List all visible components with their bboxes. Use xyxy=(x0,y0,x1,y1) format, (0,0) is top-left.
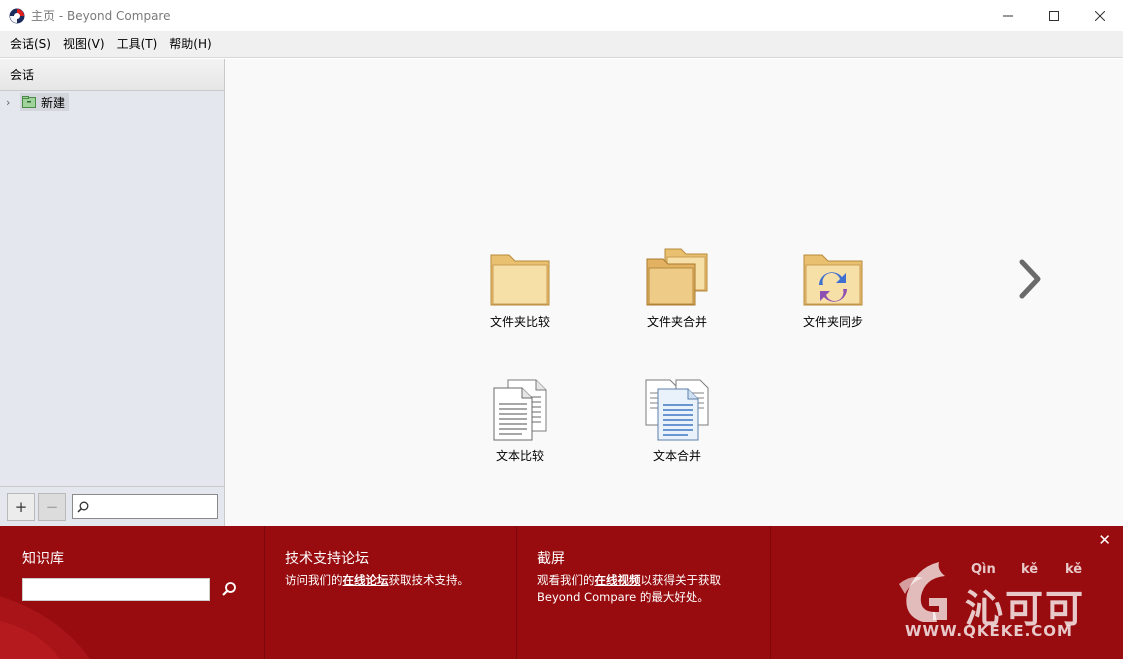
search-icon[interactable] xyxy=(221,581,237,597)
launcher-folder-sync[interactable]: 文件夹同步 xyxy=(783,249,883,330)
minimize-button[interactable] xyxy=(985,0,1031,31)
support-forum-text: 访问我们的在线论坛获取技术支持。 xyxy=(285,572,469,589)
window-controls xyxy=(985,0,1123,31)
menu-view[interactable]: 视图(V) xyxy=(57,31,111,58)
launcher-label: 文件夹同步 xyxy=(802,315,863,329)
menu-session[interactable]: 会话(S) xyxy=(4,31,57,58)
launcher-folder-merge[interactable]: 文件夹合并 xyxy=(627,247,727,330)
watermark-pinyin-1: Qìn xyxy=(971,562,996,577)
forum-text-after: 获取技术支持。 xyxy=(388,573,470,587)
folder-sync-icon xyxy=(803,254,863,306)
close-footer-button[interactable]: ✕ xyxy=(1098,531,1111,549)
text-compare-icon xyxy=(493,379,547,441)
chevron-right-icon[interactable]: › xyxy=(6,96,18,109)
launcher-label: 文本比较 xyxy=(495,449,544,463)
watermark: Qìn kě kě 沁可可 WWW.QKEKE.COM xyxy=(897,554,1107,644)
home-main: 文件夹比较 文件夹合并 文件夹同步 文本比较 文本合并 xyxy=(225,59,1123,526)
tree-node-label: 新建 xyxy=(41,95,66,110)
launcher-label: 文件夹合并 xyxy=(646,315,707,329)
watermark-url: WWW.QKEKE.COM xyxy=(905,622,1073,640)
folder-merge-icon xyxy=(646,248,708,306)
menu-help[interactable]: 帮助(H) xyxy=(163,31,217,58)
tree-node-new[interactable]: 新建 xyxy=(20,93,70,111)
sidebar-header: 会话 xyxy=(0,59,224,91)
forum-text-before: 访问我们的 xyxy=(285,573,343,587)
session-sidebar: 会话 › 新建 + − xyxy=(0,59,225,526)
menu-tools[interactable]: 工具(T) xyxy=(111,31,164,58)
launcher-label: 文件夹比较 xyxy=(489,315,550,329)
online-forum-link[interactable]: 在线论坛 xyxy=(343,573,389,587)
launcher-text-merge[interactable]: 文本合并 xyxy=(627,379,727,464)
text-merge-icon xyxy=(645,379,709,441)
launcher-label: 文本合并 xyxy=(652,449,701,463)
launcher-folder-compare[interactable]: 文件夹比较 xyxy=(470,249,570,330)
title-bar: 主页 - Beyond Compare xyxy=(0,0,1123,31)
add-session-button[interactable]: + xyxy=(7,492,35,521)
screenshot-text-line2: Beyond Compare 的最大好处。 xyxy=(537,590,709,604)
folder-icon xyxy=(490,254,550,306)
screenshot-title: 截屏 xyxy=(537,551,565,567)
screenshot-text-after: 以获得关于获取 xyxy=(640,573,722,587)
online-video-link[interactable]: 在线视频 xyxy=(595,573,641,587)
knowledge-base-search-input[interactable] xyxy=(22,578,210,601)
knowledge-base-panel: 知识库 xyxy=(0,526,265,659)
next-page-arrow-icon[interactable] xyxy=(1018,259,1042,299)
screenshot-text: 观看我们的在线视频以获得关于获取 Beyond Compare 的最大好处。 xyxy=(537,572,721,606)
close-button[interactable] xyxy=(1077,0,1123,31)
window-title: 主页 - Beyond Compare xyxy=(31,9,171,23)
watermark-pinyin-3: kě xyxy=(1065,562,1083,577)
maximize-icon xyxy=(1049,10,1059,21)
menu-bar: 会话(S) 视图(V) 工具(T) 帮助(H) xyxy=(0,31,1123,58)
support-forum-title: 技术支持论坛 xyxy=(285,551,369,567)
minimize-icon xyxy=(1003,15,1013,16)
support-forum-panel: 技术支持论坛 访问我们的在线论坛获取技术支持。 xyxy=(265,526,517,659)
screenshot-panel: 截屏 观看我们的在线视频以获得关于获取 Beyond Compare 的最大好处… xyxy=(517,526,771,659)
close-icon xyxy=(1095,10,1105,21)
session-folder-icon xyxy=(22,96,36,108)
remove-session-button[interactable]: − xyxy=(38,492,66,521)
launcher-text-compare[interactable]: 文本比较 xyxy=(470,379,570,464)
info-footer: 知识库 技术支持论坛 访问我们的在线论坛获取技术支持。 截屏 观看我们的在线视频… xyxy=(0,526,1123,659)
maximize-button[interactable] xyxy=(1031,0,1077,31)
beyond-compare-app-icon xyxy=(9,8,25,23)
knowledge-base-title: 知识库 xyxy=(22,551,64,567)
sidebar-footer: + − xyxy=(0,486,224,526)
session-search-input[interactable] xyxy=(72,494,218,519)
search-icon xyxy=(77,501,89,513)
tree-row[interactable]: › 新建 xyxy=(6,93,70,111)
screenshot-text-before: 观看我们的 xyxy=(537,573,595,587)
watermark-pinyin-2: kě xyxy=(1021,562,1039,577)
